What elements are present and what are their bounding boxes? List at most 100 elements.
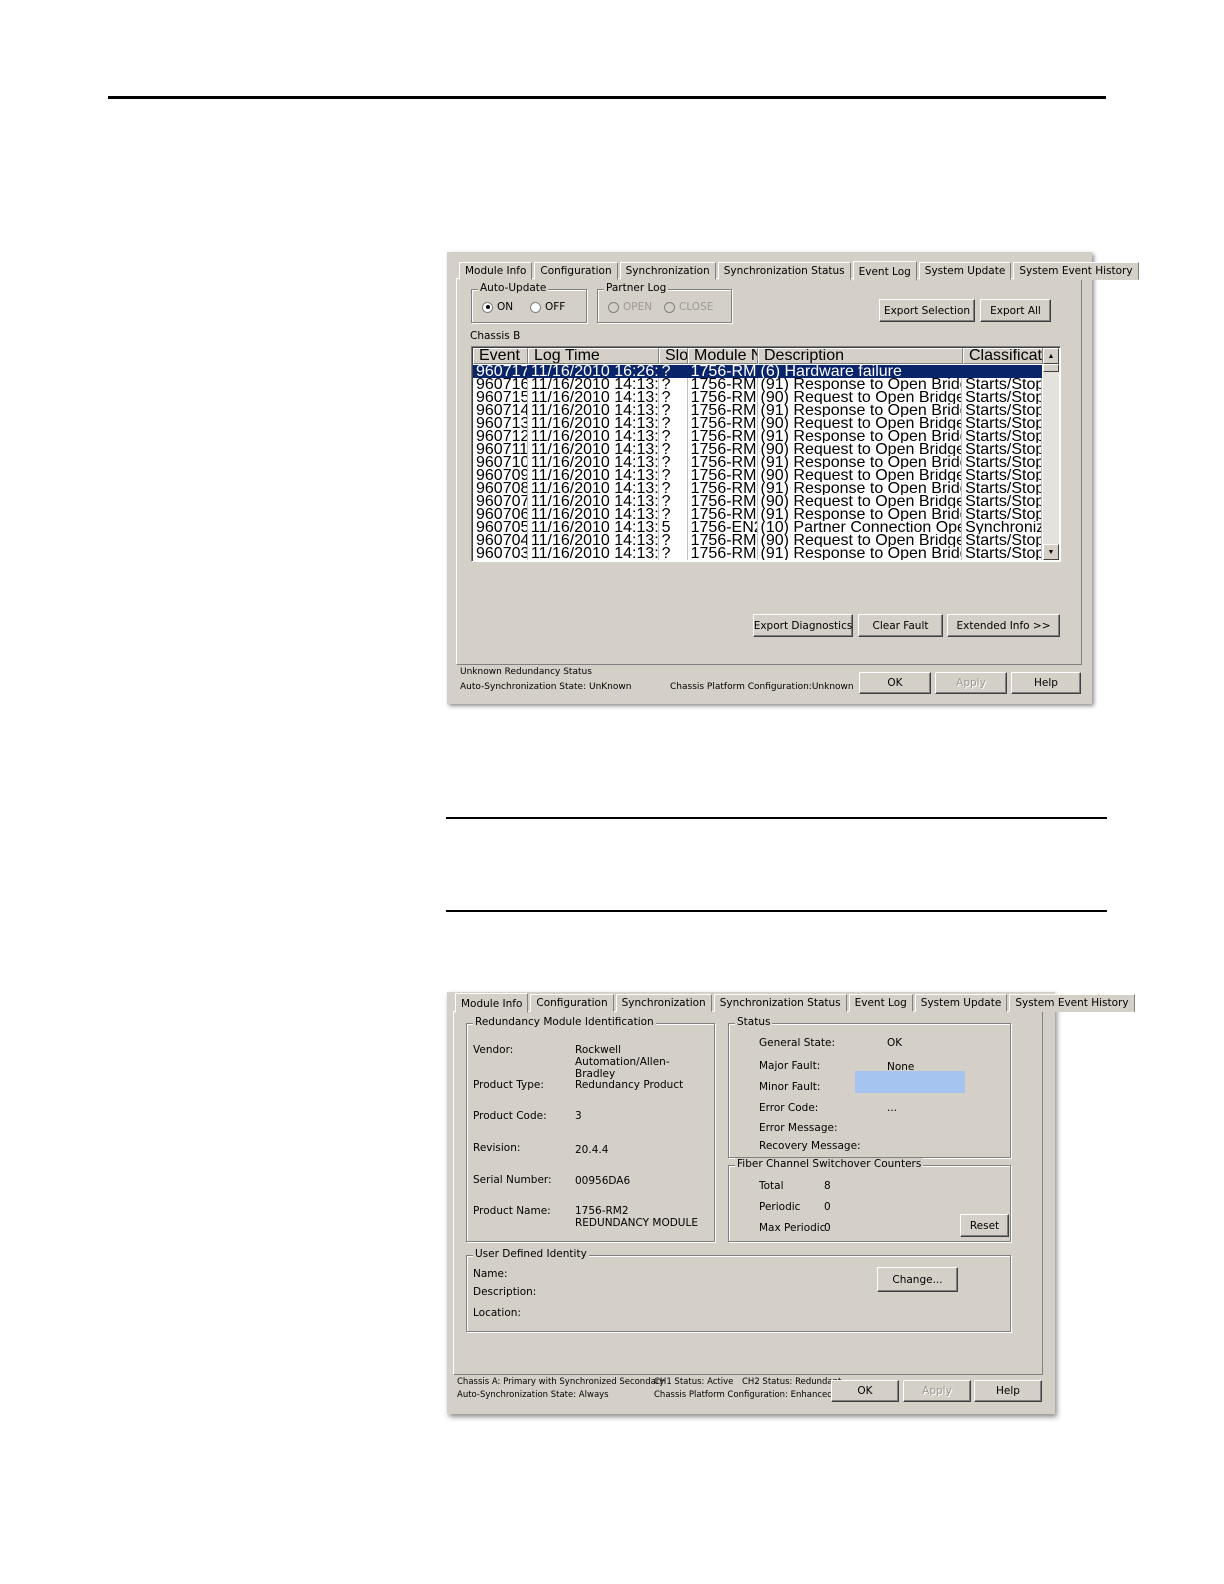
column-header[interactable]: Description bbox=[758, 348, 963, 364]
table-row[interactable]: 96071311/16/2010 14:13:59:496?1756-RM(90… bbox=[473, 417, 1042, 430]
tab-synchronization[interactable]: Synchronization bbox=[615, 994, 712, 1012]
serial-value: 00956DA6 bbox=[575, 1175, 631, 1187]
tab-system-update[interactable]: System Update bbox=[914, 994, 1008, 1012]
cell-slot: ? bbox=[659, 404, 688, 417]
column-header[interactable]: Classification bbox=[963, 348, 1043, 364]
export-all-button[interactable]: Export All bbox=[980, 299, 1051, 322]
scroll-up-arrow-icon[interactable]: ▲ bbox=[1043, 348, 1059, 364]
tab-system-event-history[interactable]: System Event History bbox=[1009, 994, 1135, 1012]
table-row[interactable]: 96071011/16/2010 14:13:59:456?1756-RM(91… bbox=[473, 456, 1042, 469]
tab-module-info[interactable]: Module Info bbox=[455, 993, 529, 1013]
cell-desc: (6) Hardware failure bbox=[758, 365, 963, 378]
apply-button[interactable]: Apply bbox=[903, 1380, 971, 1402]
cell-cls: Starts/Stops bbox=[962, 404, 1042, 417]
auto-update-group: Auto-Update ON OFF bbox=[471, 282, 587, 323]
table-row[interactable]: 96070711/16/2010 14:13:59:435?1756-RM(90… bbox=[473, 495, 1042, 508]
help-button[interactable]: Help bbox=[974, 1380, 1042, 1402]
scroll-thumb[interactable] bbox=[1043, 364, 1059, 372]
cell-slot: ? bbox=[659, 456, 688, 469]
status-platform: Chassis Platform Configuration: Enhanced bbox=[654, 1390, 833, 1400]
column-header[interactable]: Event bbox=[473, 348, 528, 364]
cell-event: 960704 bbox=[473, 534, 528, 547]
error-message-label: Error Message: bbox=[759, 1122, 838, 1134]
apply-button[interactable]: Apply bbox=[935, 672, 1007, 694]
export-diagnostics-button[interactable]: Export Diagnostics bbox=[753, 614, 853, 637]
auto-update-title: Auto-Update bbox=[478, 282, 549, 294]
off-label: OFF bbox=[545, 301, 566, 313]
tab-event-log[interactable]: Event Log bbox=[848, 994, 913, 1012]
auto-update-off-radio[interactable]: OFF bbox=[530, 301, 565, 313]
cell-event: 960708 bbox=[473, 482, 528, 495]
help-button[interactable]: Help bbox=[1011, 672, 1081, 694]
periodic-value: 0 bbox=[824, 1201, 831, 1213]
export-selection-button[interactable]: Export Selection bbox=[879, 299, 975, 322]
tab-synchronization-status[interactable]: Synchronization Status bbox=[713, 994, 847, 1012]
list-scrollbar[interactable]: ▲ ▼ bbox=[1043, 348, 1059, 560]
auto-update-on-radio[interactable]: ON bbox=[482, 301, 513, 313]
cell-time: 11/16/2010 16:26:15:359 bbox=[528, 365, 659, 378]
radio-icon bbox=[530, 301, 541, 313]
tab-configuration[interactable]: Configuration bbox=[530, 994, 614, 1012]
tab-strip: Module Info Configuration Synchronization S… bbox=[455, 992, 1137, 1013]
radio-icon bbox=[664, 301, 675, 313]
ok-button[interactable]: OK bbox=[859, 672, 931, 694]
description-label: Description: bbox=[473, 1286, 537, 1298]
clear-fault-button[interactable]: Clear Fault bbox=[858, 614, 943, 637]
tab-system-event-history[interactable]: System Event History bbox=[1013, 262, 1139, 280]
table-row[interactable]: 96070611/16/2010 14:13:59:425?1756-RM(91… bbox=[473, 508, 1042, 521]
table-row[interactable]: 96070911/16/2010 14:13:59:456?1756-RM(90… bbox=[473, 469, 1042, 482]
partner-log-close-radio[interactable]: CLOSE bbox=[664, 301, 713, 313]
product-type-label: Product Type: bbox=[473, 1079, 544, 1091]
tab-module-info[interactable]: Module Info bbox=[459, 262, 533, 280]
product-name-value: 1756-RM2 REDUNDANCY MODULE bbox=[575, 1205, 698, 1229]
table-row[interactable]: 96070511/16/2010 14:13:59:42551756-EN2T(… bbox=[473, 521, 1042, 534]
cell-event: 960716 bbox=[473, 378, 528, 391]
tab-strip: Module Info Configuration Synchronization S… bbox=[459, 260, 1141, 281]
table-row[interactable]: 96071411/16/2010 14:13:59:496?1756-RM(91… bbox=[473, 404, 1042, 417]
ok-button[interactable]: OK bbox=[831, 1380, 899, 1402]
partner-log-open-radio[interactable]: OPEN bbox=[608, 301, 652, 313]
partner-log-title: Partner Log bbox=[604, 282, 669, 294]
table-row[interactable]: 96071611/16/2010 14:13:59:517?1756-RM(91… bbox=[473, 378, 1042, 391]
status-redundancy: Unknown Redundancy Status bbox=[460, 667, 592, 677]
change-button[interactable]: Change... bbox=[877, 1267, 958, 1292]
column-header[interactable]: Log Time bbox=[528, 348, 659, 364]
cell-desc: (90) Request to Open Bridge Connection bbox=[758, 469, 963, 482]
cell-cls: Starts/Stops bbox=[962, 443, 1042, 456]
cell-time: 11/16/2010 14:13:59:456 bbox=[528, 456, 659, 469]
tab-synchronization-status[interactable]: Synchronization Status bbox=[717, 262, 851, 280]
tab-event-log[interactable]: Event Log bbox=[852, 261, 917, 281]
cell-desc: (90) Request to Open Bridge Connection bbox=[758, 495, 963, 508]
cell-desc: (90) Request to Open Bridge Connection bbox=[758, 534, 963, 547]
tab-synchronization[interactable]: Synchronization bbox=[619, 262, 716, 280]
cell-slot: ? bbox=[659, 508, 688, 521]
table-row[interactable]: 96071111/16/2010 14:13:59:476?1756-RM(90… bbox=[473, 443, 1042, 456]
cell-module: 1756-RM bbox=[688, 534, 758, 547]
column-header[interactable]: Module Na... bbox=[688, 348, 758, 364]
extended-info-button[interactable]: Extended Info >> bbox=[947, 614, 1060, 637]
status-chassis: Chassis A: Primary with Synchronized Sec… bbox=[457, 1377, 665, 1387]
cell-cls bbox=[962, 365, 1042, 378]
cell-event: 960714 bbox=[473, 404, 528, 417]
scroll-down-arrow-icon[interactable]: ▼ bbox=[1043, 544, 1059, 560]
table-row[interactable]: 96071711/16/2010 16:26:15:359?1756-RM(6)… bbox=[473, 365, 1042, 378]
reset-button[interactable]: Reset bbox=[960, 1214, 1009, 1237]
table-row[interactable]: 96071211/16/2010 14:13:59:476?1756-RM(91… bbox=[473, 430, 1042, 443]
table-row[interactable]: 96071511/16/2010 14:13:59:516?1756-RM(90… bbox=[473, 391, 1042, 404]
cell-cls: Starts/Stops bbox=[962, 456, 1042, 469]
event-log-list[interactable]: EventLog TimeSlotModule Na...Description… bbox=[471, 346, 1061, 562]
cell-event: 960717 bbox=[473, 365, 528, 378]
cell-time: 11/16/2010 14:13:59:414 bbox=[528, 547, 659, 560]
tab-configuration[interactable]: Configuration bbox=[534, 262, 618, 280]
tab-system-update[interactable]: System Update bbox=[918, 262, 1012, 280]
vendor-label: Vendor: bbox=[473, 1044, 514, 1056]
location-label: Location: bbox=[473, 1307, 521, 1319]
table-row[interactable]: 96070411/16/2010 14:13:59:424?1756-RM(90… bbox=[473, 534, 1042, 547]
column-header[interactable]: Slot bbox=[659, 348, 688, 364]
module-info-dialog: Module Info Configuration Synchronization S… bbox=[447, 992, 1135, 1414]
cell-desc: (90) Request to Open Bridge Connection bbox=[758, 417, 963, 430]
table-row[interactable]: 96070811/16/2010 14:13:59:436?1756-RM(91… bbox=[473, 482, 1042, 495]
cell-cls: Starts/Stops bbox=[962, 378, 1042, 391]
product-code-label: Product Code: bbox=[473, 1110, 547, 1122]
table-row[interactable]: 96070311/16/2010 14:13:59:414?1756-RM(91… bbox=[473, 547, 1042, 560]
